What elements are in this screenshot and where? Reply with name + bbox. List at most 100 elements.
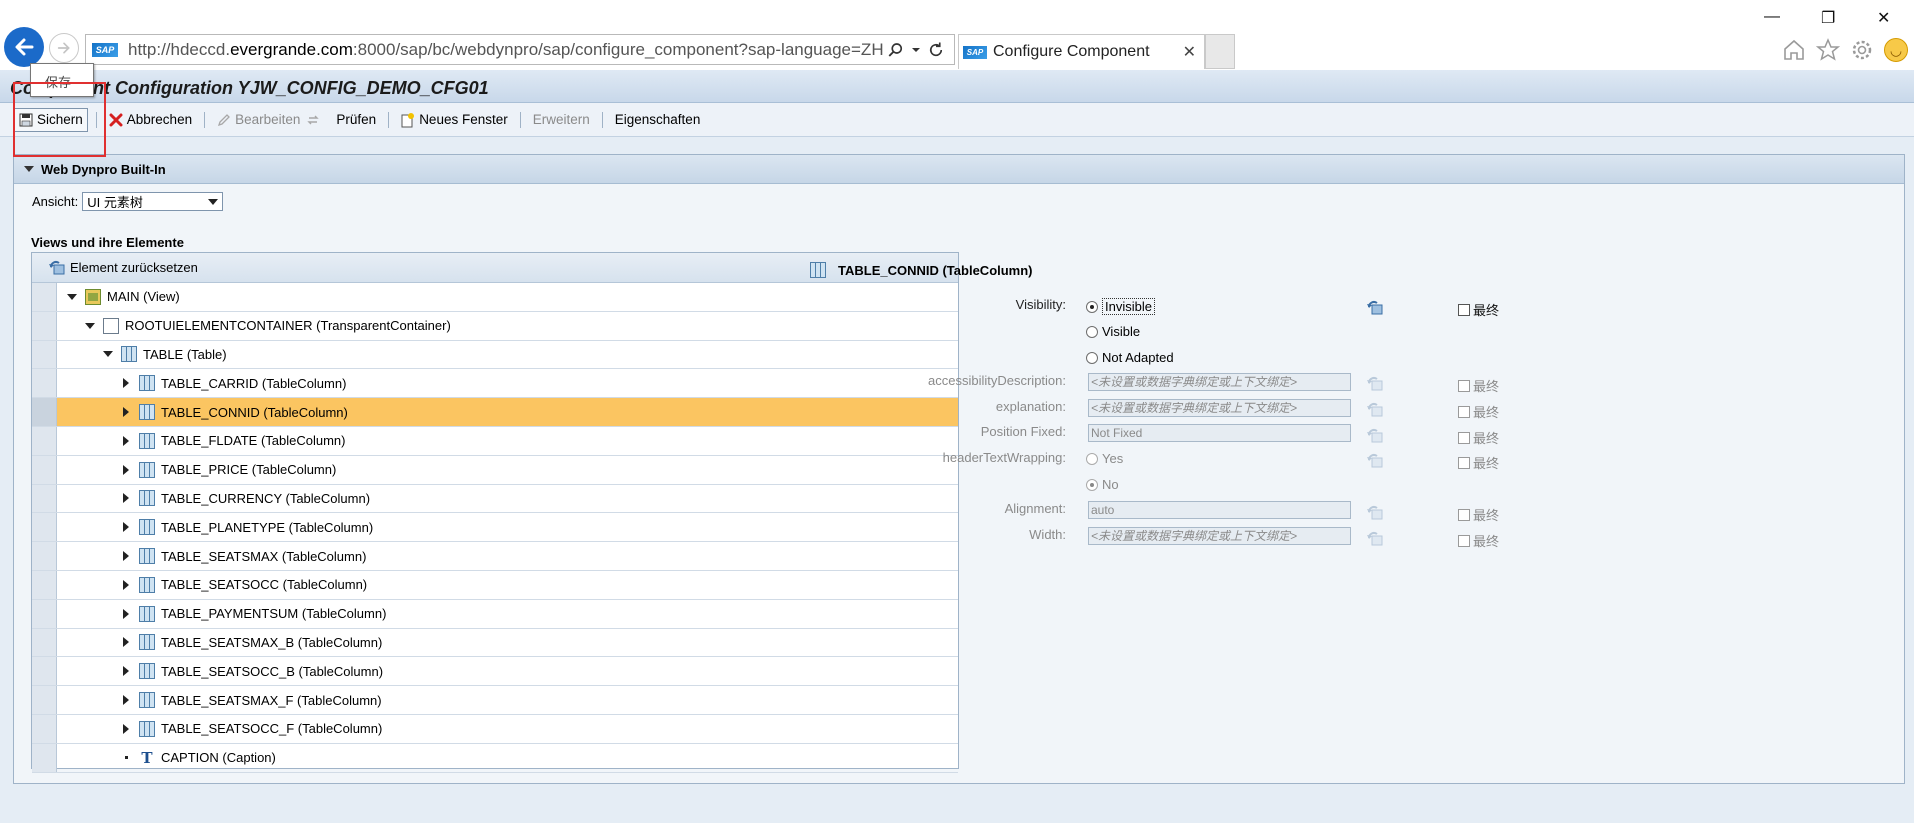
final-checkbox[interactable]: 最终 — [1458, 428, 1499, 447]
new-tab-button[interactable] — [1205, 34, 1235, 69]
reset-icon[interactable] — [1366, 453, 1383, 469]
radio-button[interactable] — [1086, 300, 1098, 313]
expand-icon[interactable] — [119, 520, 133, 534]
radio-option[interactable]: Not Adapted — [1086, 350, 1174, 365]
checkbox[interactable] — [1458, 431, 1470, 444]
tree-row[interactable]: TABLE_SEATSMAX (TableColumn) — [32, 542, 958, 571]
alignment-field[interactable]: auto — [1088, 501, 1351, 519]
reset-icon[interactable] — [1366, 402, 1383, 418]
reset-icon[interactable] — [1366, 531, 1383, 547]
tree-row[interactable]: TABLE_CARRID (TableColumn) — [32, 369, 958, 399]
explanation-field[interactable]: <未设置或数据字典绑定或上下文绑定> — [1088, 399, 1351, 417]
panel-header[interactable]: Web Dynpro Built-In — [14, 155, 1904, 184]
edit-button[interactable]: Bearbeiten — [213, 109, 304, 130]
expand-icon[interactable] — [119, 405, 133, 419]
radio-option[interactable]: Yes — [1086, 451, 1123, 466]
new-window-button[interactable]: Neues Fenster — [397, 109, 512, 131]
gear-icon[interactable] — [1850, 38, 1874, 62]
tree-row[interactable]: TABLE_CURRENCY (TableColumn) — [32, 484, 958, 514]
checkbox[interactable] — [1458, 379, 1470, 392]
url-text[interactable]: http://hdeccd.evergrande.com:8000/sap/bc… — [128, 40, 883, 60]
reset-element-button[interactable]: Element zurücksetzen — [48, 260, 198, 276]
tree-node-label[interactable]: TABLE_CARRID (TableColumn) — [161, 376, 346, 391]
row-selector[interactable] — [32, 743, 57, 772]
row-selector[interactable] — [32, 426, 57, 455]
reset-icon[interactable] — [1366, 505, 1383, 521]
row-selector[interactable] — [32, 513, 57, 542]
final-checkbox[interactable]: 最终 — [1458, 402, 1499, 421]
tree-node-label[interactable]: TABLE_FLDATE (TableColumn) — [161, 433, 345, 448]
back-button[interactable] — [4, 27, 44, 67]
close-window-icon[interactable]: ✕ — [1877, 8, 1890, 28]
tree-node-label[interactable]: TABLE_PLANETYPE (TableColumn) — [161, 520, 373, 535]
tree-node-label[interactable]: MAIN (View) — [107, 289, 180, 304]
radio-button[interactable] — [1086, 325, 1098, 338]
expand-icon[interactable] — [119, 463, 133, 477]
radio-button[interactable] — [1086, 452, 1098, 465]
browser-tab[interactable]: SAP Configure Component ✕ — [958, 34, 1205, 69]
checkbox[interactable] — [1458, 456, 1470, 469]
properties-button[interactable]: Eigenschaften — [611, 109, 705, 130]
expand-icon[interactable] — [119, 635, 133, 649]
radio-button[interactable] — [1086, 478, 1098, 491]
radio-button[interactable] — [1086, 351, 1098, 364]
collapse-icon[interactable] — [101, 347, 115, 361]
reload-toolbar-button[interactable] — [304, 110, 322, 130]
address-bar[interactable]: SAP http://hdeccd.evergrande.com:8000/sa… — [85, 34, 955, 65]
tree-row[interactable]: ROOTUIELEMENTCONTAINER (TransparentConta… — [32, 311, 958, 341]
checkbox[interactable] — [1458, 508, 1470, 521]
save-button[interactable]: Sichern — [14, 107, 88, 132]
tree-node-label[interactable]: TABLE (Table) — [143, 347, 227, 362]
row-selector[interactable] — [32, 628, 57, 657]
expand-icon[interactable] — [119, 491, 133, 505]
expand-icon[interactable] — [119, 578, 133, 592]
row-selector[interactable] — [32, 455, 57, 484]
close-tab-icon[interactable]: ✕ — [1183, 42, 1196, 62]
tree-row[interactable]: TABLE_SEATSMAX_F (TableColumn) — [32, 686, 958, 715]
tree-node-label[interactable]: CAPTION (Caption) — [161, 750, 276, 765]
expand-icon[interactable] — [119, 607, 133, 621]
smiley-icon[interactable]: ◡ — [1884, 38, 1908, 62]
radio-option[interactable]: Invisible — [1086, 298, 1155, 315]
row-selector[interactable] — [32, 398, 57, 426]
restore-icon[interactable]: ❐ — [1821, 8, 1835, 28]
tree-node-label[interactable]: TABLE_SEATSMAX (TableColumn) — [161, 549, 366, 564]
extend-button[interactable]: Erweitern — [529, 109, 594, 130]
final-checkbox[interactable]: 最终 — [1458, 376, 1499, 395]
tree-row[interactable]: TABLE (Table) — [32, 340, 958, 370]
refresh-icon[interactable] — [927, 41, 945, 59]
collapse-icon[interactable] — [65, 290, 79, 304]
width-field[interactable]: <未设置或数据字典绑定或上下文绑定> — [1088, 527, 1351, 545]
final-checkbox[interactable]: 最终 — [1458, 531, 1499, 550]
row-selector[interactable] — [32, 542, 57, 570]
accessibility-description-field[interactable]: <未设置或数据字典绑定或上下文绑定> — [1088, 373, 1351, 391]
tree-node-label[interactable]: TABLE_SEATSMAX_B (TableColumn) — [161, 635, 382, 650]
minimize-icon[interactable]: — — [1764, 8, 1780, 26]
view-select[interactable]: UI 元素树 — [82, 192, 224, 211]
checkbox[interactable] — [1458, 405, 1470, 418]
checkbox[interactable] — [1458, 534, 1470, 547]
tree-row[interactable]: TABLE_PRICE (TableColumn) — [32, 455, 958, 485]
tree-row[interactable]: TABLE_SEATSOCC_B (TableColumn) — [32, 657, 958, 687]
tree-row[interactable]: MAIN (View) — [32, 283, 958, 312]
tree-node-label[interactable]: TABLE_SEATSOCC_B (TableColumn) — [161, 664, 383, 679]
tree-node-label[interactable]: TABLE_SEATSMAX_F (TableColumn) — [161, 693, 382, 708]
tree-row[interactable]: TABLE_PAYMENTSUM (TableColumn) — [32, 599, 958, 629]
row-selector[interactable] — [32, 686, 57, 714]
tree-node-label[interactable]: TABLE_SEATSOCC (TableColumn) — [161, 577, 367, 592]
row-selector[interactable] — [32, 570, 57, 599]
position-fixed-field[interactable]: Not Fixed — [1088, 424, 1351, 442]
check-button[interactable]: Prüfen — [332, 109, 380, 130]
tree-node-label[interactable]: TABLE_CONNID (TableColumn) — [161, 405, 348, 420]
expand-icon[interactable] — [119, 549, 133, 563]
radio-option[interactable]: Visible — [1086, 324, 1140, 339]
expand-icon[interactable] — [119, 664, 133, 678]
checkbox[interactable] — [1458, 303, 1470, 316]
final-checkbox[interactable]: 最终 — [1458, 300, 1499, 319]
tree-node-label[interactable]: TABLE_PRICE (TableColumn) — [161, 462, 336, 477]
tree-row[interactable]: TABLE_SEATSOCC (TableColumn) — [32, 570, 958, 600]
reset-icon[interactable] — [1366, 376, 1383, 392]
radio-option[interactable]: No — [1086, 477, 1119, 492]
tree-node-label[interactable]: TABLE_PAYMENTSUM (TableColumn) — [161, 606, 386, 621]
reset-icon[interactable] — [1366, 300, 1383, 316]
